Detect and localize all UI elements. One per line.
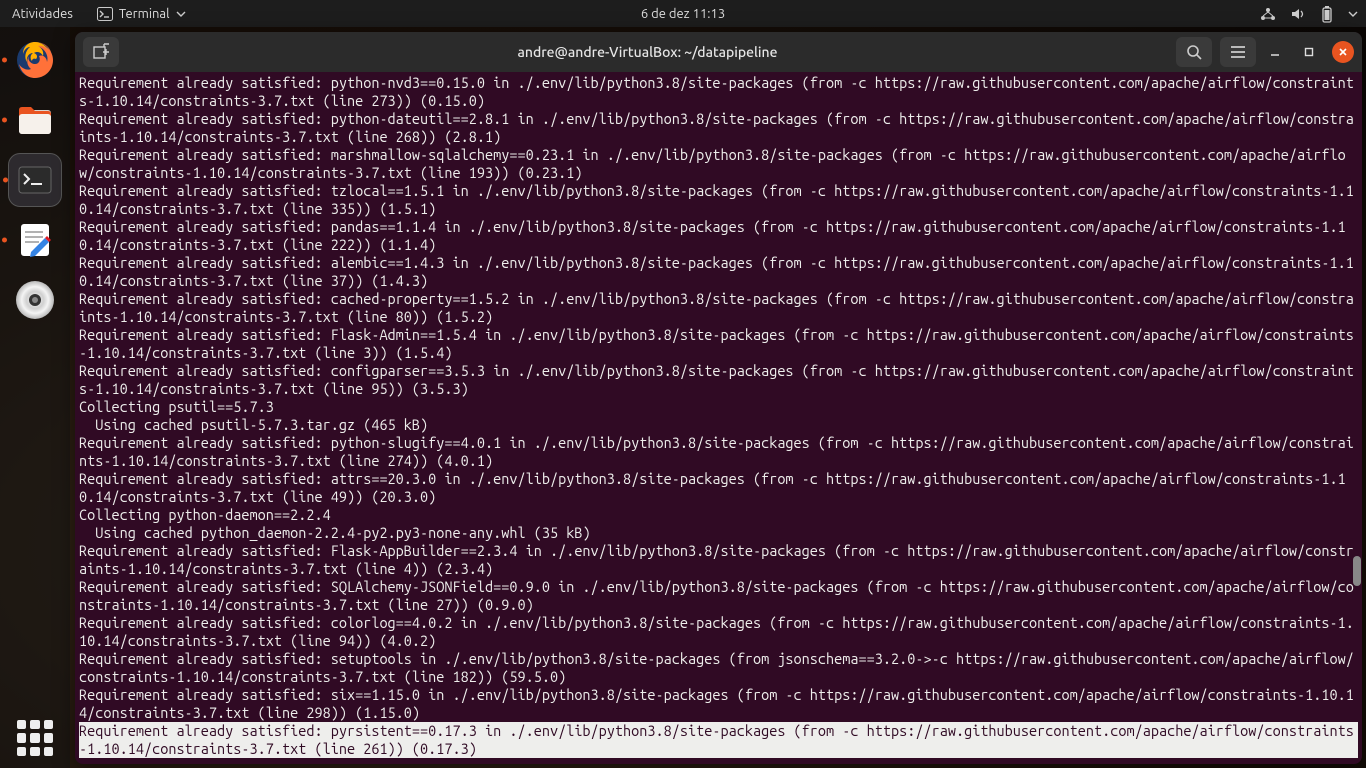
- terminal-line: Requirement already satisfied: six==1.15…: [79, 686, 1358, 722]
- window-title: andre@andre-VirtualBox: ~/datapipeline: [127, 44, 1168, 60]
- network-icon[interactable]: [1260, 7, 1276, 21]
- search-button[interactable]: [1176, 37, 1212, 67]
- new-tab-button[interactable]: [83, 37, 119, 67]
- scrollbar-thumb[interactable]: [1353, 556, 1361, 586]
- terminal-line: Requirement already satisfied: setuptool…: [79, 650, 1358, 686]
- chevron-down-icon: [176, 11, 186, 17]
- terminal-line: Requirement already satisfied: tzlocal==…: [79, 182, 1358, 218]
- terminal-line: Collecting psutil==5.7.3: [79, 398, 1358, 416]
- close-button[interactable]: [1332, 41, 1354, 63]
- terminal-line: Requirement already satisfied: marshmall…: [79, 146, 1358, 182]
- activities-button[interactable]: Atividades: [8, 7, 77, 21]
- terminal-line: Requirement already satisfied: python-sl…: [79, 434, 1358, 470]
- dock: [0, 27, 70, 768]
- terminal-titlebar: andre@andre-VirtualBox: ~/datapipeline: [75, 32, 1362, 72]
- terminal-output[interactable]: Requirement already satisfied: python-nv…: [75, 72, 1362, 764]
- hamburger-icon: [1230, 45, 1246, 59]
- maximize-button[interactable]: [1298, 41, 1320, 63]
- app-menu[interactable]: Terminal: [97, 6, 186, 22]
- dock-item-text-editor[interactable]: [8, 213, 62, 267]
- terminal-line: Requirement already satisfied: SQLAlchem…: [79, 578, 1358, 614]
- dock-item-files[interactable]: [8, 93, 62, 147]
- volume-icon[interactable]: [1290, 7, 1306, 21]
- terminal-line: Requirement already satisfied: colorlog=…: [79, 614, 1358, 650]
- terminal-line: Using cached psutil-5.7.3.tar.gz (465 kB…: [79, 416, 1358, 434]
- battery-icon[interactable]: [1320, 5, 1334, 23]
- terminal-line: Requirement already satisfied: pyrsisten…: [79, 722, 1358, 758]
- terminal-line: Requirement already satisfied: alembic==…: [79, 254, 1358, 290]
- terminal-line: Requirement already satisfied: pandas==1…: [79, 218, 1358, 254]
- dock-item-disc[interactable]: [8, 273, 62, 327]
- terminal-line: Requirement already satisfied: Flask-App…: [79, 542, 1358, 578]
- clock[interactable]: 6 de dez 11:13: [641, 7, 725, 21]
- top-panel: Atividades Terminal 6 de dez 11:13: [0, 0, 1366, 27]
- terminal-line: Collecting python-daemon==2.2.4: [79, 506, 1358, 524]
- terminal-line: Using cached python_daemon-2.2.4-py2.py3…: [79, 524, 1358, 542]
- terminal-icon: [97, 6, 113, 22]
- terminal-line: Requirement already satisfied: configpar…: [79, 362, 1358, 398]
- scrollbar[interactable]: [1352, 72, 1362, 764]
- dock-item-firefox[interactable]: [8, 33, 62, 87]
- terminal-line: Requirement already satisfied: cached-pr…: [79, 290, 1358, 326]
- terminal-line: Requirement already satisfied: attrs==20…: [79, 470, 1358, 506]
- app-menu-label: Terminal: [119, 7, 170, 21]
- terminal-line: Requirement already satisfied: python-da…: [79, 110, 1358, 146]
- terminal-line: Requirement already satisfied: python-nv…: [79, 74, 1358, 110]
- search-icon: [1186, 44, 1202, 60]
- show-applications-button[interactable]: [17, 720, 53, 756]
- dock-item-terminal[interactable]: [8, 153, 62, 207]
- terminal-window: andre@andre-VirtualBox: ~/datapipeline R…: [75, 32, 1362, 764]
- chevron-down-icon[interactable]: [1348, 11, 1358, 17]
- minimize-button[interactable]: [1264, 41, 1286, 63]
- menu-button[interactable]: [1220, 37, 1256, 67]
- terminal-line: Requirement already satisfied: Flask-Adm…: [79, 326, 1358, 362]
